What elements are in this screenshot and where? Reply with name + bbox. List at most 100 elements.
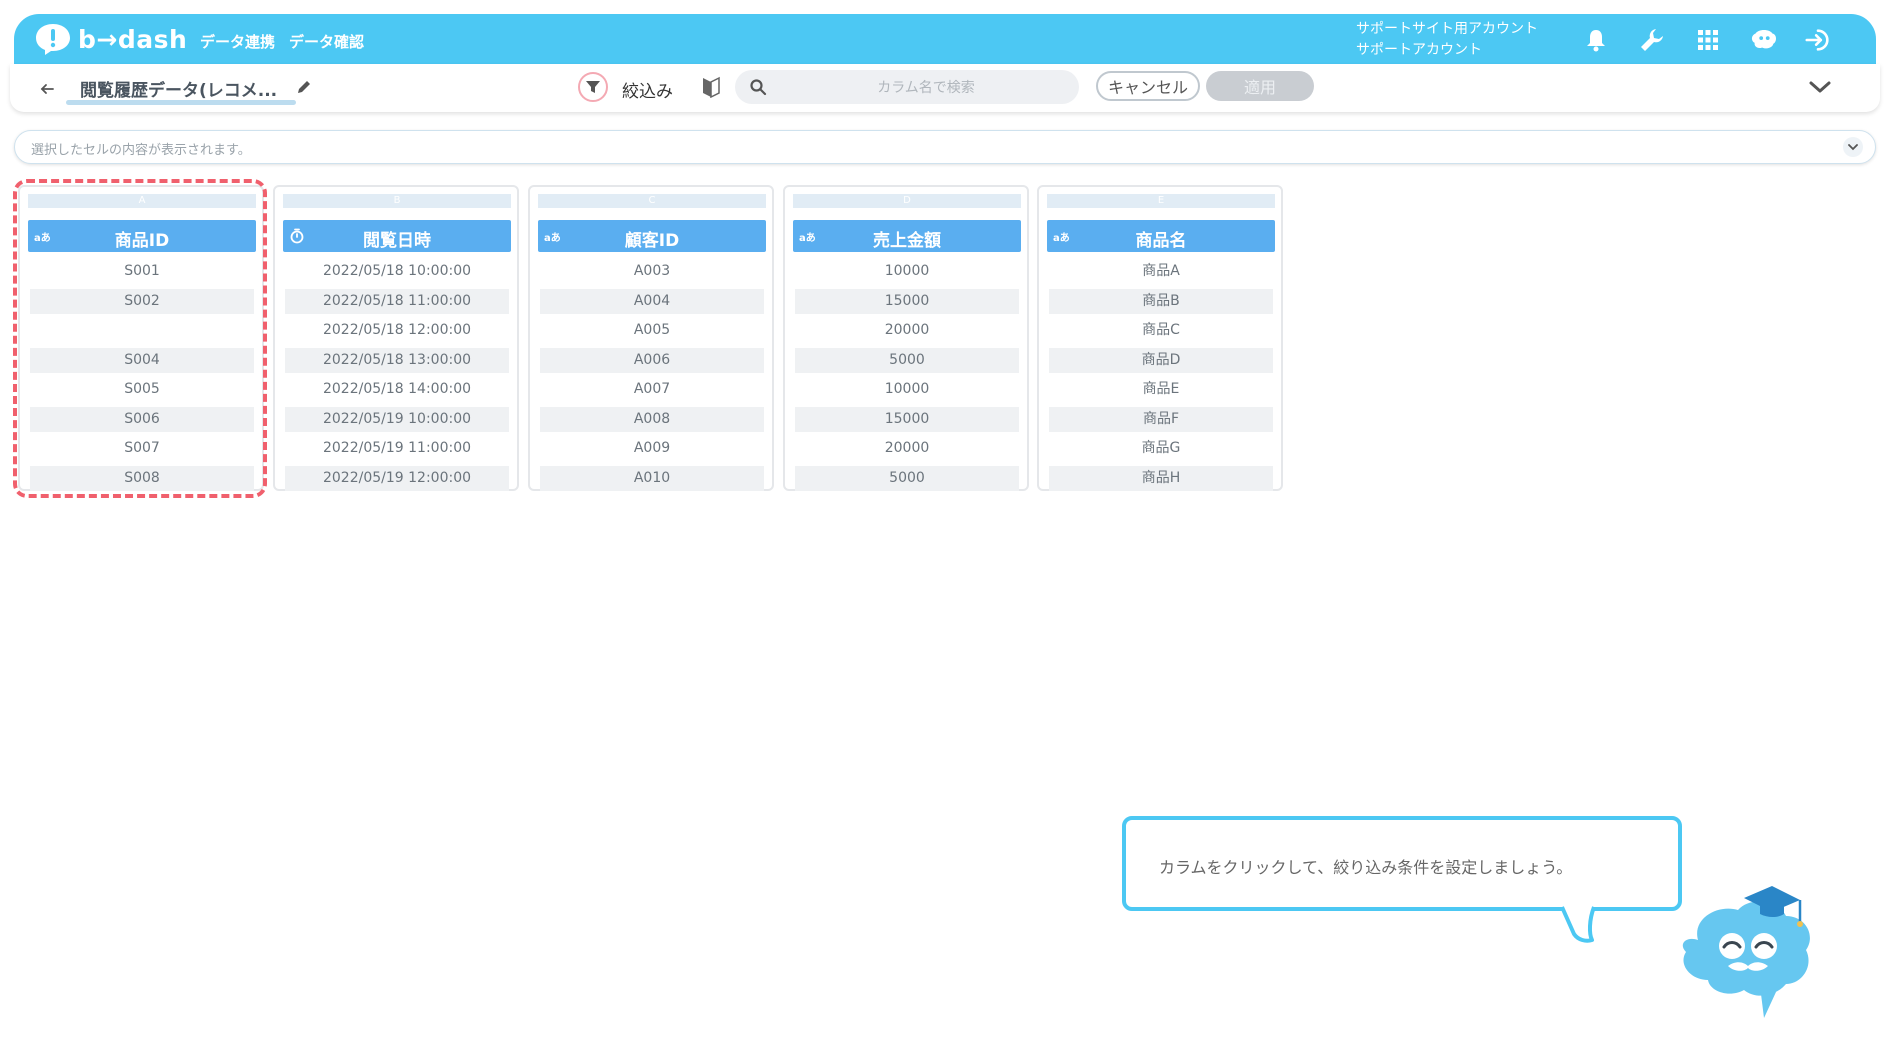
bell-icon[interactable] [1582,26,1610,54]
column-header[interactable]: aあ 商品ID [28,220,256,252]
column-letter: C [538,194,766,208]
table-cell[interactable]: 2022/05/19 11:00:00 [285,436,509,461]
cell-content-placeholder: 選択したセルの内容が表示されます。 [31,143,251,158]
table-cell[interactable]: A007 [540,377,764,402]
back-arrow-icon[interactable] [34,76,60,102]
table-cell[interactable]: A009 [540,436,764,461]
table-cell[interactable]: 2022/05/18 13:00:00 [285,347,509,373]
column-card-c[interactable]: C aあ 顧客ID A003 A004 A005 A006 A007 A008 … [528,185,774,491]
table-cell[interactable]: 商品D [1049,347,1273,373]
column-name: 閲覧日時 [363,231,431,251]
table-cell[interactable]: 10000 [795,259,1019,284]
search-icon [750,79,767,96]
app-grid-icon[interactable] [1694,26,1722,54]
table-cell[interactable]: A006 [540,347,764,373]
table-cell[interactable]: 商品A [1049,259,1273,284]
column-name: 顧客ID [624,231,680,251]
column-card-e[interactable]: E aあ 商品名 商品A 商品B 商品C 商品D 商品E 商品F 商品G 商品H [1037,185,1283,491]
table-cell[interactable]: 2022/05/19 10:00:00 [285,406,509,432]
table-cell[interactable]: 2022/05/18 14:00:00 [285,377,509,402]
table-cell[interactable]: A003 [540,259,764,284]
table-cell[interactable]: 20000 [795,436,1019,461]
table-cell[interactable]: A008 [540,406,764,432]
mascot-character [1682,886,1810,1018]
column-card-d[interactable]: D aあ 売上金額 10000 15000 20000 5000 10000 1… [783,185,1029,491]
table-cell[interactable]: 15000 [795,288,1019,314]
cellbar-chevron-down-icon[interactable] [1843,137,1863,157]
column-letter: D [793,194,1021,208]
guide-tooltip: カラムをクリックして、絞り込み条件を設定しましょう。 [1122,816,1682,911]
filter-label: 絞込み [622,82,673,102]
column-card-a[interactable]: A aあ 商品ID S001 S002 S004 S005 S006 S007 … [18,185,264,491]
table-cell[interactable]: 商品G [1049,436,1273,461]
text-type-icon: aあ [1053,232,1070,244]
apply-button[interactable]: 適用 [1206,71,1314,101]
nav-data-confirm[interactable]: データ確認 [289,31,364,52]
top-navbar: b→dash データ連携 データ確認 サポートサイト用アカウント サポートアカウ… [14,14,1876,64]
wrench-icon[interactable] [1638,26,1666,54]
guide-tooltip-text: カラムをクリックして、絞り込み条件を設定しましょう。 [1159,858,1573,877]
title-underline [66,100,296,105]
logout-icon[interactable] [1804,26,1832,54]
table-cell[interactable]: 2022/05/18 11:00:00 [285,288,509,314]
funnel-icon [586,81,600,93]
edit-pencil-icon[interactable] [293,76,315,98]
stopwatch-icon [289,228,309,244]
text-type-icon: aあ [799,232,816,244]
table-cell[interactable]: 2022/05/18 12:00:00 [285,318,509,343]
search-input[interactable] [779,74,1073,102]
table-cell[interactable]: 商品C [1049,318,1273,343]
table-cell[interactable]: 15000 [795,406,1019,432]
table-cell[interactable]: S002 [30,288,254,314]
column-header[interactable]: aあ 顧客ID [538,220,766,252]
text-type-icon: aあ [34,232,51,244]
column-letter: A [28,194,256,208]
app-logo[interactable]: b→dash [34,22,187,56]
account-line2: サポートアカウント [1356,42,1482,58]
column-header[interactable]: 閲覧日時 [283,220,511,252]
toolbar: 閲覧履歴データ(レコメ... 絞込み キャンセル 適用 [10,64,1880,112]
beginner-guide-icon[interactable] [700,74,722,100]
cancel-button[interactable]: キャンセル [1096,71,1200,101]
chevron-down-icon[interactable] [1806,76,1834,98]
filter-button[interactable] [578,72,608,102]
table-cell[interactable]: A004 [540,288,764,314]
table-cell[interactable]: A005 [540,318,764,343]
table-cell[interactable]: 5000 [795,347,1019,373]
column-name: 商品名 [1135,231,1187,251]
table-cell[interactable]: 商品E [1049,377,1273,402]
table-cell[interactable]: S008 [30,465,254,491]
table-cell[interactable]: 商品F [1049,406,1273,432]
page-title[interactable]: 閲覧履歴データ(レコメ... [80,76,305,101]
column-card-b[interactable]: B 閲覧日時 2022/05/18 10:00:00 2022/05/18 11… [273,185,519,491]
column-header[interactable]: aあ 商品名 [1047,220,1275,252]
column-name: 商品ID [114,231,170,251]
column-letter: B [283,194,511,208]
logo-bubble-icon [36,24,70,55]
account-info[interactable]: サポートサイト用アカウント サポートアカウント [1356,19,1538,61]
account-line1: サポートサイト用アカウント [1356,21,1538,37]
table-cell[interactable]: S006 [30,406,254,432]
text-type-icon: aあ [544,232,561,244]
table-cell[interactable]: S005 [30,377,254,402]
table-cell[interactable]: S007 [30,436,254,461]
tooltip-tail [1560,906,1596,943]
table-cell[interactable]: 2022/05/19 12:00:00 [285,465,509,491]
logo-text: b→dash [78,24,188,54]
table-cell[interactable]: 2022/05/18 10:00:00 [285,259,509,284]
search-box[interactable] [735,70,1079,104]
table-cell[interactable]: 10000 [795,377,1019,402]
cell-content-bar[interactable]: 選択したセルの内容が表示されます。 [14,130,1876,164]
table-cell[interactable]: 商品H [1049,465,1273,491]
table-cell[interactable]: S004 [30,347,254,373]
table-cell[interactable]: A010 [540,465,764,491]
table-cell[interactable]: 商品B [1049,288,1273,314]
column-name: 売上金額 [873,231,941,251]
support-mascot-icon[interactable] [1750,26,1778,54]
column-header[interactable]: aあ 売上金額 [793,220,1021,252]
table-cell[interactable]: 20000 [795,318,1019,343]
table-cell[interactable]: 5000 [795,465,1019,491]
table-cell[interactable] [30,318,254,343]
table-cell[interactable]: S001 [30,259,254,284]
nav-data-link[interactable]: データ連携 [200,31,275,52]
